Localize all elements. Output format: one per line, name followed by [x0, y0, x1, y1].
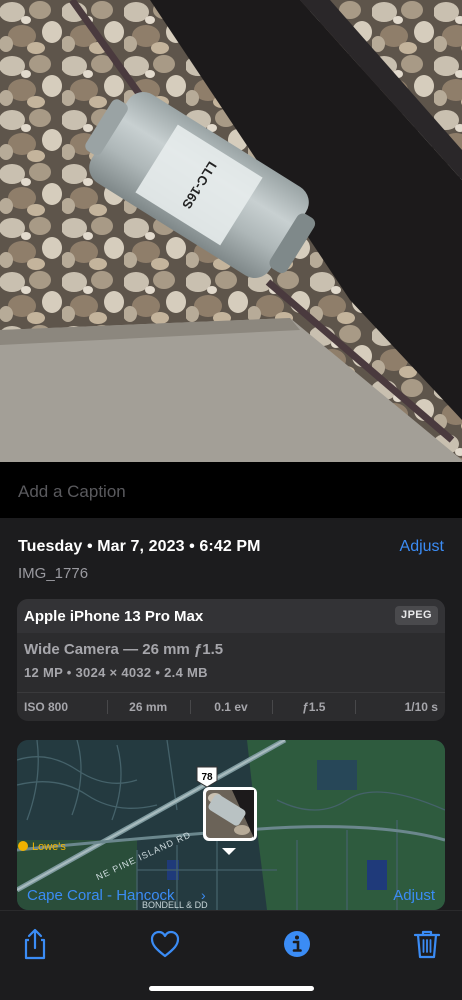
info-icon[interactable] [280, 927, 314, 961]
caption-input[interactable]: Add a Caption [18, 482, 444, 502]
exif-aperture: ƒ1.5 [272, 700, 355, 714]
device-name: Apple iPhone 13 Pro Max [24, 608, 204, 625]
exif-exposure-value: 0.1 ev [189, 700, 273, 714]
location-link[interactable]: Cape Coral - Hancock [27, 887, 175, 904]
exif-focal-length: 26 mm [106, 700, 190, 714]
exif-row: ISO 800 26 mm 0.1 ev ƒ1.5 1/10 s [17, 692, 445, 721]
trash-icon[interactable] [410, 927, 444, 961]
lens-info: Wide Camera — 26 mm ƒ1.5 [24, 641, 224, 658]
chevron-right-icon: › [201, 887, 206, 903]
device-card: Apple iPhone 13 Pro Max JPEG Wide Camera… [17, 599, 445, 721]
date-row: Tuesday • Mar 7, 2023 • 6:42 PM Adjust [18, 538, 444, 558]
device-header: Apple iPhone 13 Pro Max JPEG [17, 599, 445, 633]
image-specs: 12 MP • 3024 × 4032 • 2.4 MB [24, 665, 208, 680]
format-badge: JPEG [395, 606, 438, 625]
svg-text:78: 78 [201, 772, 213, 783]
poi-label: Lowe's [32, 841, 66, 853]
adjust-date-button[interactable]: Adjust [400, 538, 444, 556]
store-poi-icon [18, 841, 28, 851]
heart-icon[interactable] [148, 927, 182, 961]
exif-shutter: 1/10 s [355, 700, 445, 714]
photo[interactable]: LLC-16S [0, 0, 462, 462]
home-indicator [149, 986, 314, 991]
date-time: Tuesday • Mar 7, 2023 • 6:42 PM [18, 538, 261, 555]
filename: IMG_1776 [18, 565, 89, 582]
exif-iso: ISO 800 [24, 700, 69, 714]
adjust-location-button[interactable]: Adjust [393, 887, 435, 904]
caption-bar[interactable]: Add a Caption [0, 462, 462, 518]
share-icon[interactable] [18, 927, 52, 961]
